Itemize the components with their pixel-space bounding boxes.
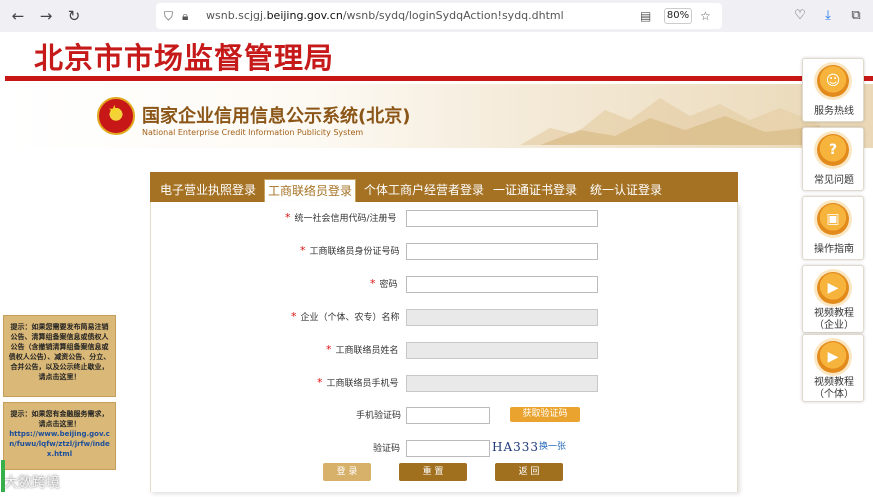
- system-title: 国家企业信用信息公示系统(北京): [142, 106, 411, 127]
- tab-unified-auth-login[interactable]: 统一认证登录: [590, 179, 662, 202]
- side-label-video-enterprise: 视频教程 （企业）: [814, 308, 854, 331]
- tab-individual-operator-login[interactable]: 个体工商户经营者登录: [364, 179, 484, 202]
- reload-icon[interactable]: ↻: [64, 6, 84, 26]
- notice-finance[interactable]: 提示：如果您有金融服务需求，请点击这里！ https://www.beijing…: [3, 402, 116, 470]
- sms-code-input[interactable]: [406, 407, 490, 424]
- side-item-video-individual[interactable]: ▶ 视频教程 （个体）: [802, 334, 864, 402]
- back-arrow-icon[interactable]: ←: [8, 6, 28, 26]
- captcha-input[interactable]: [406, 440, 490, 457]
- liaison-id-label: * 工商联络员身份证号码: [300, 244, 400, 258]
- side-item-faq[interactable]: ? 常见问题: [802, 127, 864, 191]
- side-label-faq: 常见问题: [814, 175, 854, 186]
- bureau-title: 北京市市场监督管理局: [34, 41, 335, 75]
- liaison-id-input[interactable]: [406, 243, 598, 260]
- company-name-input: [406, 309, 598, 326]
- video-icon: ▶: [827, 280, 839, 296]
- login-button[interactable]: 登 录: [323, 463, 371, 481]
- guide-book-icon: ▣: [826, 211, 840, 227]
- tab-certificate-login[interactable]: 一证通证书登录: [493, 179, 577, 202]
- liaison-name-input: [406, 342, 598, 359]
- side-item-hotline[interactable]: ☺ 服务热线: [802, 58, 864, 122]
- emblem-star-icon: ★: [108, 103, 121, 119]
- password-label: * 密码: [370, 277, 398, 291]
- liaison-phone-input: [406, 375, 598, 392]
- notice-finance-link[interactable]: https://www.beijing.gov.cn/fuwu/lqfw/ztz…: [8, 429, 111, 459]
- captcha-image[interactable]: HA333: [492, 439, 538, 455]
- reader-view-icon[interactable]: ▤: [640, 7, 651, 25]
- password-input[interactable]: [406, 276, 598, 293]
- side-item-guide[interactable]: ▣ 操作指南: [802, 196, 864, 260]
- login-tabs: 电子营业执照登录 工商联络员登录 个体工商户经营者登录 一证通证书登录 统一认证…: [150, 172, 738, 202]
- watermark-text: 大数跨境: [4, 475, 60, 491]
- sms-code-label: 手机验证码: [356, 411, 402, 421]
- get-sms-code-button[interactable]: 获取验证码: [510, 407, 580, 422]
- download-icon[interactable]: ⤓: [818, 6, 838, 26]
- extensions-icon[interactable]: ⧉: [846, 6, 866, 26]
- liaison-name-label: * 工商联络员姓名: [326, 343, 399, 357]
- notice-finance-text: 提示：如果您有金融服务需求，请点击这里！: [10, 410, 109, 428]
- great-wall-illustration: [520, 98, 820, 145]
- pocket-icon[interactable]: ♡: [790, 6, 810, 26]
- address-bar[interactable]: ⛉ 🔒︎ wsnb.scjgj.beijing.gov.cn/wsnb/sydq…: [156, 3, 722, 29]
- header-divider: [5, 76, 873, 81]
- tab-liaison-login[interactable]: 工商联络员登录: [264, 179, 357, 202]
- forward-arrow-icon[interactable]: →: [36, 6, 56, 26]
- side-label-video-individual: 视频教程 （个体）: [814, 377, 854, 400]
- lock-icon[interactable]: 🔒︎: [182, 7, 188, 25]
- question-icon: ?: [828, 142, 838, 158]
- notice-announcement[interactable]: 提示：如果您需要发布简易注销公告、清算组备案信息或债权人公告（含撤销清算组备案信…: [3, 315, 116, 397]
- browser-toolbar: ← → ↻ ⛉ 🔒︎ wsnb.scjgj.beijing.gov.cn/wsn…: [0, 0, 873, 32]
- liaison-phone-label: * 工商联络员手机号: [317, 376, 399, 390]
- system-subtitle: National Enterprise Credit Information P…: [142, 128, 364, 137]
- side-label-guide: 操作指南: [814, 244, 854, 255]
- side-label-hotline: 服务热线: [814, 106, 854, 117]
- headset-icon: ☺: [825, 73, 841, 89]
- credit-code-input[interactable]: [406, 210, 598, 227]
- side-item-video-enterprise[interactable]: ▶ 视频教程 （企业）: [802, 265, 864, 333]
- zoom-indicator[interactable]: 80%: [664, 8, 692, 24]
- credit-code-label: * 统一社会信用代码/注册号: [285, 211, 397, 225]
- video-icon: ▶: [827, 349, 839, 365]
- shield-icon[interactable]: ⛉: [164, 7, 173, 25]
- company-name-label: * 企业（个体、农专）名称: [291, 310, 400, 324]
- captcha-label: 验证码: [373, 444, 401, 454]
- reset-button[interactable]: 重 置: [399, 463, 467, 481]
- bookmark-star-icon[interactable]: ☆: [700, 7, 711, 25]
- back-button[interactable]: 返 回: [495, 463, 563, 481]
- refresh-captcha-link[interactable]: 换一张: [539, 442, 566, 452]
- url-text: wsnb.scjgj.beijing.gov.cn/wsnb/sydq/logi…: [206, 9, 564, 22]
- tab-e-license-login[interactable]: 电子营业执照登录: [160, 179, 256, 202]
